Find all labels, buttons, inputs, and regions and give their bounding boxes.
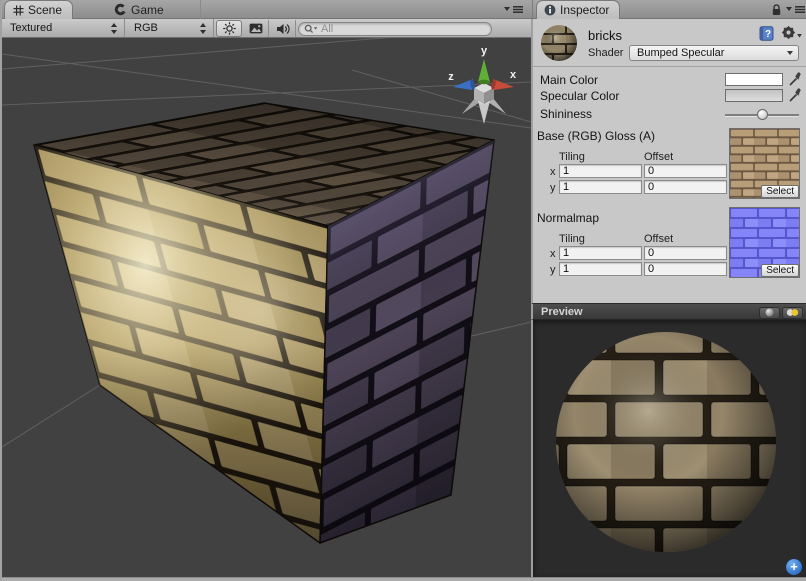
speaker-icon <box>276 23 290 35</box>
material-name: bricks <box>588 28 622 43</box>
scene-pane-menu-icon[interactable] <box>504 4 526 15</box>
base-offset-header: Offset <box>644 151 673 163</box>
tab-inspector[interactable]: Inspector <box>536 0 620 19</box>
shader-label: Shader <box>588 47 623 59</box>
tab-game[interactable]: Game <box>106 0 201 19</box>
game-icon <box>114 3 127 16</box>
svg-text:?: ? <box>765 29 771 40</box>
specular-color-swatch[interactable] <box>725 89 783 102</box>
two-lights-icon <box>786 308 799 317</box>
unity-editor-window: Scene Game Textured RGB <box>0 0 806 581</box>
base-tiling-header: Tiling <box>559 151 585 163</box>
base-offset-y-field[interactable] <box>644 180 727 194</box>
sphere-icon <box>765 308 774 317</box>
lock-icon[interactable] <box>771 4 782 16</box>
base-select-button[interactable]: Select <box>761 185 799 198</box>
updown-arrows-icon <box>200 23 207 34</box>
material-sphere-icon <box>540 24 578 62</box>
image-icon <box>249 23 263 34</box>
main-color-swatch[interactable] <box>725 73 783 86</box>
brick-cube[interactable] <box>34 103 494 543</box>
base-section-label: Base (RGB) Gloss (A) <box>537 129 655 143</box>
main-color-label: Main Color <box>540 73 598 87</box>
tab-game-label: Game <box>131 3 164 17</box>
tab-scene[interactable]: Scene <box>4 0 73 19</box>
scene-viewport[interactable]: y z x <box>2 38 531 577</box>
scene-toolbar: Textured RGB <box>2 19 532 38</box>
gear-icon[interactable] <box>781 25 803 41</box>
shader-dropdown[interactable]: Bumped Specular <box>629 45 799 61</box>
base-tiling-y-field[interactable] <box>559 180 642 194</box>
scene-tabstrip: Scene Game <box>2 0 532 19</box>
normalmap-select-button[interactable]: Select <box>761 264 799 277</box>
tab-inspector-label: Inspector <box>560 3 609 17</box>
updown-arrows-icon <box>111 23 118 34</box>
eyedropper-icon[interactable] <box>789 88 801 102</box>
scene-lighting-toggle[interactable] <box>216 20 242 37</box>
inspector-tabstrip: Inspector <box>532 0 806 19</box>
normalmap-tiling-header: Tiling <box>559 233 585 245</box>
chevron-down-icon <box>787 51 793 55</box>
base-tiling-x-field[interactable] <box>559 164 642 178</box>
preview-title: Preview <box>541 306 583 318</box>
material-preview-sphere <box>533 320 806 575</box>
sun-icon <box>223 22 236 35</box>
preview-add-button[interactable]: + <box>786 559 802 575</box>
normalmap-y-label: y <box>550 264 556 276</box>
normalmap-section-label: Normalmap <box>537 211 599 225</box>
preview-header[interactable]: Preview <box>531 303 806 320</box>
scene-orientation-gizmo[interactable]: y z x <box>440 40 524 134</box>
gizmo-x-label: x <box>510 69 517 81</box>
base-offset-x-field[interactable] <box>644 164 727 178</box>
divider <box>533 66 806 67</box>
gizmo-z-axis[interactable] <box>453 79 476 90</box>
shininess-slider-thumb[interactable] <box>757 109 768 120</box>
normalmap-offset-x-field[interactable] <box>644 246 727 260</box>
tab-scene-label: Scene <box>28 3 62 17</box>
window-bottom-edge <box>2 577 806 581</box>
gizmo-y-label: y <box>481 45 488 57</box>
preview-area[interactable]: + <box>531 320 806 577</box>
preview-shape-button[interactable] <box>759 307 780 319</box>
scene-audio-toggle[interactable] <box>270 20 296 37</box>
gizmo-z-label: z <box>448 71 454 83</box>
base-texture-slot[interactable]: Select <box>729 128 800 199</box>
shader-value: Bumped Specular <box>637 47 724 59</box>
grid-icon <box>13 5 24 16</box>
info-icon <box>544 4 556 16</box>
scene-search-field[interactable] <box>298 22 492 36</box>
color-mode-value: RGB <box>134 22 158 34</box>
color-mode-dropdown[interactable]: RGB <box>126 19 214 37</box>
shininess-label: Shininess <box>540 107 592 121</box>
draw-mode-value: Textured <box>10 22 52 34</box>
help-icon[interactable]: ? <box>759 26 774 41</box>
shininess-slider[interactable] <box>725 108 799 121</box>
search-icon <box>304 24 318 35</box>
gizmo-y-axis[interactable] <box>478 59 490 84</box>
specular-color-label: Specular Color <box>540 89 619 103</box>
base-x-label: x <box>550 166 556 178</box>
normalmap-offset-y-field[interactable] <box>644 262 727 276</box>
normalmap-offset-header: Offset <box>644 233 673 245</box>
eyedropper-icon[interactable] <box>789 72 801 86</box>
search-input[interactable] <box>321 23 471 35</box>
normalmap-x-label: x <box>550 248 556 260</box>
preview-lighting-button[interactable] <box>782 307 803 319</box>
normalmap-texture-slot[interactable]: Select <box>729 207 800 278</box>
normalmap-tiling-x-field[interactable] <box>559 246 642 260</box>
scene-skybox-toggle[interactable] <box>243 20 269 37</box>
normalmap-tiling-y-field[interactable] <box>559 262 642 276</box>
draw-mode-dropdown[interactable]: Textured <box>2 19 125 37</box>
base-y-label: y <box>550 182 556 194</box>
inspector-pane-menu-icon[interactable] <box>786 4 806 15</box>
